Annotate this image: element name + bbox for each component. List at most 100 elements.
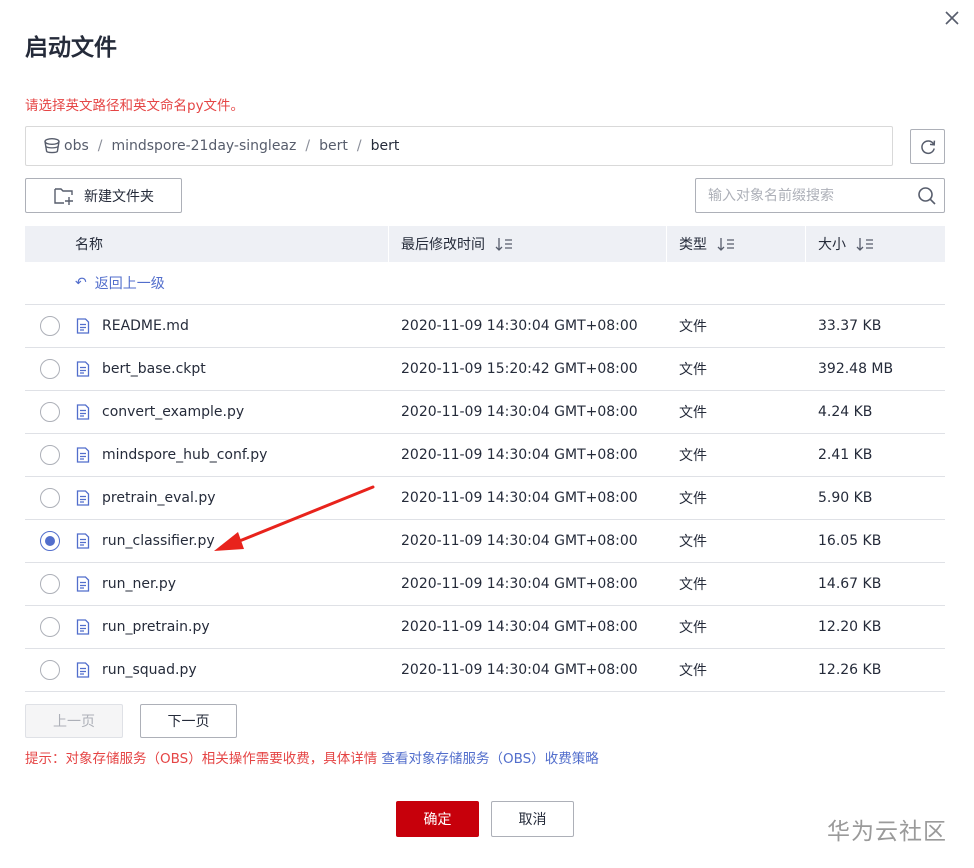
dialog-title: 启动文件: [25, 35, 117, 61]
bucket-icon: [44, 138, 60, 154]
file-modified: 2020-11-09 14:30:04 GMT+08:00: [401, 404, 638, 420]
file-type: 文件: [679, 577, 707, 593]
breadcrumb-item[interactable]: mindspore-21day-singleaz: [111, 138, 296, 154]
file-icon: [76, 490, 90, 506]
sort-icon[interactable]: [856, 237, 874, 251]
search-input[interactable]: [696, 179, 910, 212]
file-type: 文件: [679, 534, 707, 550]
back-label: 返回上一级: [94, 276, 165, 292]
column-header-label: 最后修改时间: [401, 237, 485, 253]
file-name: run_classifier.py: [102, 533, 215, 549]
next-page-button[interactable]: 下一页: [140, 704, 237, 738]
breadcrumb-separator: /: [356, 138, 362, 154]
select-radio[interactable]: [40, 316, 60, 336]
cancel-button[interactable]: 取消: [491, 801, 574, 837]
file-size: 16.05 KB: [818, 533, 882, 549]
file-modified: 2020-11-09 14:30:04 GMT+08:00: [401, 533, 638, 549]
file-icon: [76, 662, 90, 678]
file-type: 文件: [679, 362, 707, 378]
select-radio[interactable]: [40, 531, 60, 551]
select-radio[interactable]: [40, 660, 60, 680]
select-radio[interactable]: [40, 574, 60, 594]
file-name: run_squad.py: [102, 662, 197, 678]
file-icon: [76, 318, 90, 334]
breadcrumb-item[interactable]: obs: [64, 138, 89, 154]
select-radio[interactable]: [40, 359, 60, 379]
back-to-parent-link[interactable]: ↶ 返回上一级: [25, 262, 945, 305]
file-type: 文件: [679, 663, 707, 679]
file-size: 2.41 KB: [818, 447, 873, 463]
file-icon: [76, 361, 90, 377]
table-row[interactable]: mindspore_hub_conf.py 2020-11-09 14:30:0…: [25, 434, 945, 477]
file-modified: 2020-11-09 15:20:42 GMT+08:00: [401, 361, 638, 377]
file-name: run_ner.py: [102, 576, 177, 592]
table-row[interactable]: run_squad.py 2020-11-09 14:30:04 GMT+08:…: [25, 649, 945, 692]
file-name: bert_base.ckpt: [102, 361, 206, 377]
confirm-button[interactable]: 确定: [396, 801, 479, 837]
breadcrumb: obs / mindspore-21day-singleaz / bert / …: [25, 126, 893, 166]
refresh-button[interactable]: [910, 129, 945, 164]
file-name: run_pretrain.py: [102, 619, 210, 635]
path-hint: 请选择英文路径和英文命名py文件。: [25, 98, 245, 114]
file-icon: [76, 576, 90, 592]
file-type: 文件: [679, 319, 707, 335]
prev-page-button[interactable]: 上一页: [25, 704, 123, 738]
file-name-cell: README.md: [25, 316, 388, 336]
file-name-cell: mindspore_hub_conf.py: [25, 445, 388, 465]
search-icon[interactable]: [910, 186, 944, 206]
column-header-size: 大小: [805, 226, 945, 262]
select-radio[interactable]: [40, 617, 60, 637]
table-row[interactable]: README.md 2020-11-09 14:30:04 GMT+08:00 …: [25, 305, 945, 348]
table-header: 名称 最后修改时间 类型 大小: [25, 226, 945, 262]
new-folder-label: 新建文件夹: [84, 188, 154, 205]
close-icon: [945, 11, 959, 25]
table-row[interactable]: pretrain_eval.py 2020-11-09 14:30:04 GMT…: [25, 477, 945, 520]
column-header-type: 类型: [666, 226, 805, 262]
table-row[interactable]: run_pretrain.py 2020-11-09 14:30:04 GMT+…: [25, 606, 945, 649]
breadcrumb-separator: /: [97, 138, 103, 154]
select-radio[interactable]: [40, 402, 60, 422]
new-folder-icon: [54, 187, 73, 205]
column-header-name: 名称: [25, 226, 388, 262]
table-row[interactable]: run_ner.py 2020-11-09 14:30:04 GMT+08:00…: [25, 563, 945, 606]
select-radio[interactable]: [40, 488, 60, 508]
file-name-cell: run_squad.py: [25, 660, 388, 680]
breadcrumb-current: bert: [370, 138, 400, 154]
file-name-cell: pretrain_eval.py: [25, 488, 388, 508]
file-icon: [76, 533, 90, 549]
file-name: pretrain_eval.py: [102, 490, 216, 506]
file-type: 文件: [679, 620, 707, 636]
billing-policy-link[interactable]: 查看对象存储服务（OBS）收费策略: [382, 751, 599, 767]
file-name: convert_example.py: [102, 404, 245, 420]
sort-icon[interactable]: [495, 237, 513, 251]
file-modified: 2020-11-09 14:30:04 GMT+08:00: [401, 619, 638, 635]
file-size: 392.48 MB: [818, 361, 894, 377]
column-header-modified: 最后修改时间: [388, 226, 666, 262]
file-type: 文件: [679, 491, 707, 507]
table-row[interactable]: bert_base.ckpt 2020-11-09 15:20:42 GMT+0…: [25, 348, 945, 391]
new-folder-button[interactable]: 新建文件夹: [25, 178, 182, 213]
select-radio[interactable]: [40, 445, 60, 465]
file-icon: [76, 404, 90, 420]
column-header-label: 名称: [75, 237, 103, 253]
file-icon: [76, 619, 90, 635]
breadcrumb-item[interactable]: bert: [319, 138, 348, 154]
breadcrumb-separator: /: [305, 138, 311, 154]
file-size: 4.24 KB: [818, 404, 873, 420]
file-name-cell: bert_base.ckpt: [25, 359, 388, 379]
sort-icon[interactable]: [717, 237, 735, 251]
file-name-cell: run_pretrain.py: [25, 617, 388, 637]
file-modified: 2020-11-09 14:30:04 GMT+08:00: [401, 318, 638, 334]
table-row[interactable]: run_classifier.py 2020-11-09 14:30:04 GM…: [25, 520, 945, 563]
file-type: 文件: [679, 448, 707, 464]
billing-notice-text: 提示：对象存储服务（OBS）相关操作需要收费，具体详情: [25, 751, 382, 767]
file-size: 12.26 KB: [818, 662, 882, 678]
file-modified: 2020-11-09 14:30:04 GMT+08:00: [401, 662, 638, 678]
file-name-cell: convert_example.py: [25, 402, 388, 422]
close-button[interactable]: [941, 7, 963, 29]
file-name: README.md: [102, 318, 189, 334]
file-table: 名称 最后修改时间 类型 大小 ↶ 返回上一级 README.md 2020-1…: [25, 226, 945, 692]
column-header-label: 类型: [679, 237, 707, 253]
table-row[interactable]: convert_example.py 2020-11-09 14:30:04 G…: [25, 391, 945, 434]
file-name-cell: run_classifier.py: [25, 531, 388, 551]
